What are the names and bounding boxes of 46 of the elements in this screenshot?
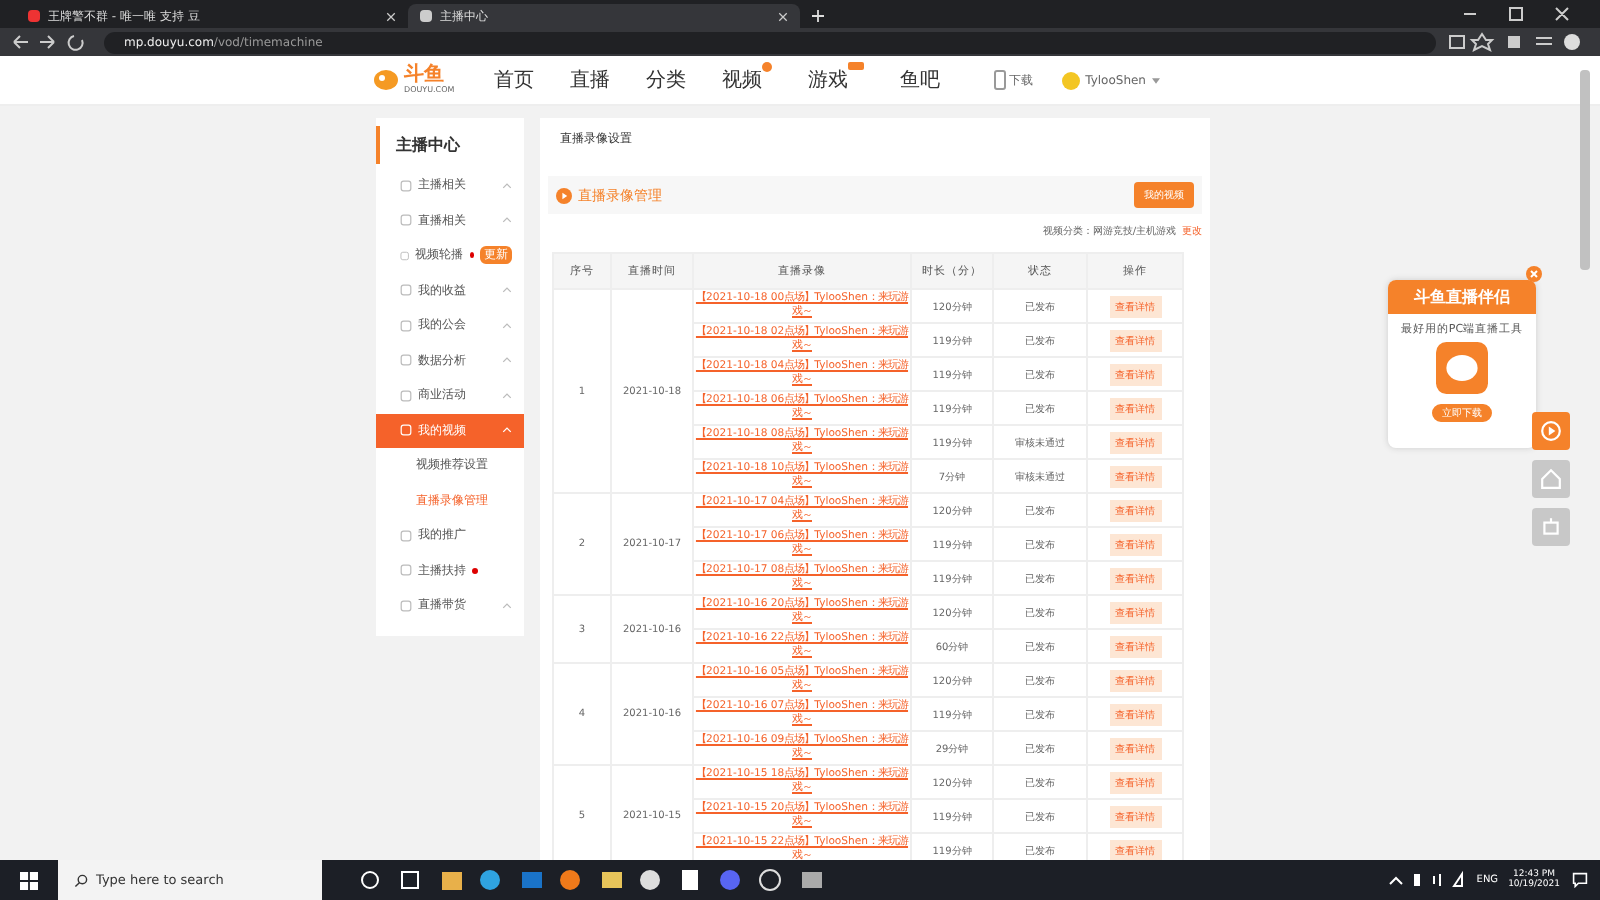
close-icon[interactable] [386,11,396,21]
menu-item-icon [400,249,410,262]
app-icon [1436,342,1488,394]
system-tray-icons-icon[interactable] [1386,870,1467,890]
chevron-icon [502,321,512,330]
notification-icon[interactable] [1572,872,1588,888]
chevron-icon [502,181,512,190]
nav-link[interactable]: 直播 [570,66,611,94]
menu-item-icon [400,319,412,332]
new-tab-icon[interactable] [812,10,824,22]
menu-item-icon [400,389,412,402]
play-icon [1540,420,1562,442]
close-icon[interactable] [778,11,788,21]
chevron-icon [502,426,512,435]
caret-icon [1152,77,1160,83]
chevron-icon [502,356,512,365]
avatar-icon [1061,71,1080,89]
menu-item-icon [400,354,412,367]
tab-favicon-icon [420,10,432,22]
nav-link[interactable]: 游戏 [808,66,849,94]
phone-icon [993,70,1006,90]
house-icon [1540,468,1562,490]
menu-item-icon [400,599,412,612]
nav-link[interactable]: 首页 [494,66,535,94]
nav-link[interactable]: 视频 [722,66,763,94]
nav-link[interactable]: 鱼吧 [900,66,941,94]
tab-favicon-icon [28,10,40,22]
chevron-icon [502,391,512,400]
menu-item-icon [400,424,412,437]
play-circle-icon [556,187,572,203]
menu-item-icon [400,529,412,542]
promo-title: 斗鱼直播伴侣 [1388,280,1536,314]
chevron-icon [502,601,512,610]
nav-link[interactable]: 分类 [646,66,687,94]
menu-item-icon [400,564,412,577]
robot-icon [1540,516,1562,538]
menu-item-icon [400,214,412,227]
play-float-button[interactable] [1532,412,1570,450]
sidebar-title: 主播中心 [376,126,524,164]
scrollbar[interactable] [1580,70,1590,270]
menu-item-icon [400,284,412,297]
search-icon [74,873,88,887]
chevron-icon [502,286,512,295]
menu-item-icon [400,179,412,192]
chevron-icon [502,216,512,225]
windows-start-icon[interactable] [20,871,38,889]
